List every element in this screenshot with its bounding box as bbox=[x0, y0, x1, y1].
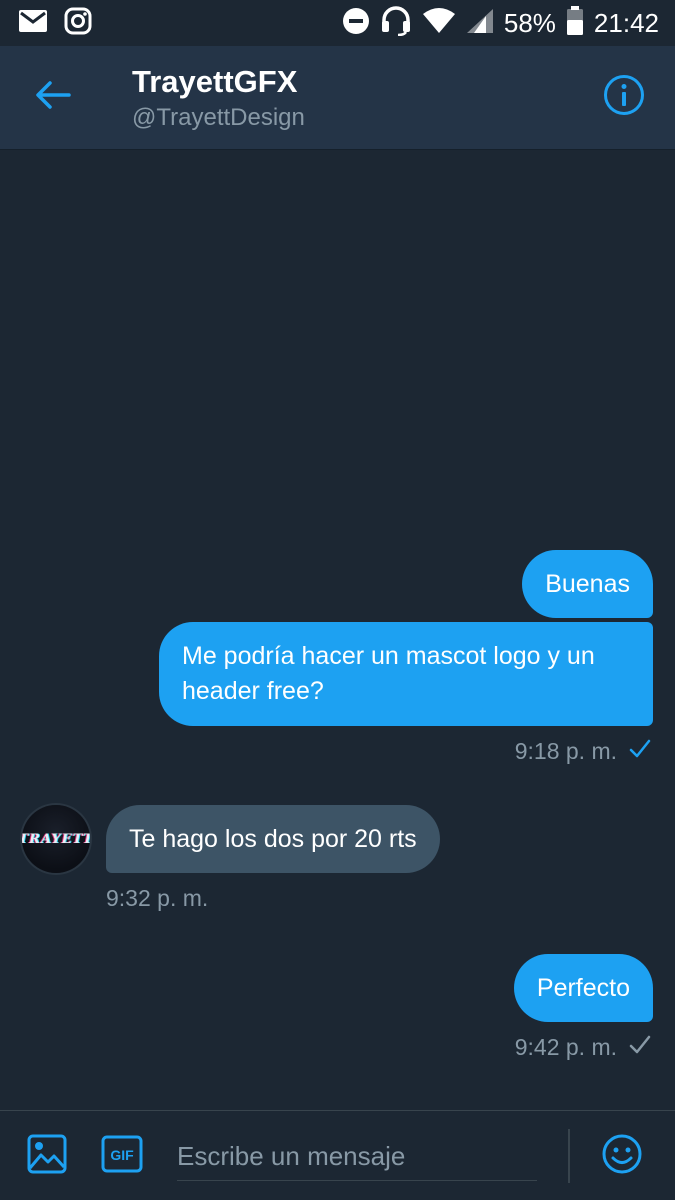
emoji-button[interactable] bbox=[599, 1133, 645, 1179]
status-bar: 58% 21:42 bbox=[0, 0, 675, 46]
wifi-icon bbox=[422, 7, 456, 39]
battery-percent: 58% bbox=[503, 7, 556, 38]
message-composer: GIF bbox=[0, 1110, 675, 1200]
message-timestamp: 9:18 p. m. bbox=[514, 738, 617, 764]
conversation-title-block[interactable]: TrayettGFX @TrayettDesign bbox=[132, 64, 305, 134]
message-meta: 9:42 p. m. bbox=[515, 1034, 651, 1061]
message-timestamp: 9:32 p. m. bbox=[106, 885, 209, 911]
message-bubble-sent[interactable]: Perfecto bbox=[513, 954, 653, 1022]
composer-divider bbox=[568, 1129, 570, 1183]
emoji-icon bbox=[602, 1134, 642, 1179]
cell-signal-icon bbox=[466, 8, 494, 39]
image-icon bbox=[27, 1134, 67, 1179]
instagram-icon bbox=[64, 7, 92, 40]
message-meta: 9:18 p. m. bbox=[515, 738, 651, 765]
gif-icon: GIF bbox=[101, 1135, 143, 1178]
clock: 21:42 bbox=[593, 7, 659, 38]
headset-icon bbox=[380, 5, 412, 41]
arrow-left-icon bbox=[35, 80, 71, 115]
check-icon bbox=[617, 738, 651, 765]
check-icon bbox=[617, 1034, 651, 1061]
gif-button[interactable]: GIF bbox=[99, 1133, 145, 1179]
message-bubble-sent[interactable]: Buenas bbox=[522, 550, 653, 618]
conversation-header: TrayettGFX @TrayettDesign bbox=[0, 46, 675, 150]
message-meta: 9:32 p. m. bbox=[106, 885, 208, 912]
message-bubble-received[interactable]: Te hago los dos por 20 rts bbox=[106, 805, 440, 873]
do-not-disturb-icon bbox=[342, 7, 370, 40]
avatar-logo-text: TRAYETT bbox=[22, 831, 90, 847]
avatar[interactable]: TRAYETT bbox=[22, 805, 90, 873]
message-bubble-sent[interactable]: Me podría hacer un mascot logo y un head… bbox=[159, 622, 653, 726]
message-timestamp: 9:42 p. m. bbox=[514, 1034, 617, 1060]
add-media-button[interactable] bbox=[24, 1133, 70, 1179]
message-input[interactable] bbox=[177, 1133, 537, 1181]
back-button[interactable] bbox=[26, 70, 80, 124]
battery-icon bbox=[566, 5, 584, 41]
info-button[interactable] bbox=[599, 72, 649, 122]
gif-label: GIF bbox=[110, 1147, 134, 1163]
conversation-handle: @TrayettDesign bbox=[132, 104, 305, 131]
mail-icon bbox=[18, 9, 48, 38]
info-icon bbox=[603, 74, 645, 121]
conversation-title: TrayettGFX bbox=[132, 64, 298, 99]
